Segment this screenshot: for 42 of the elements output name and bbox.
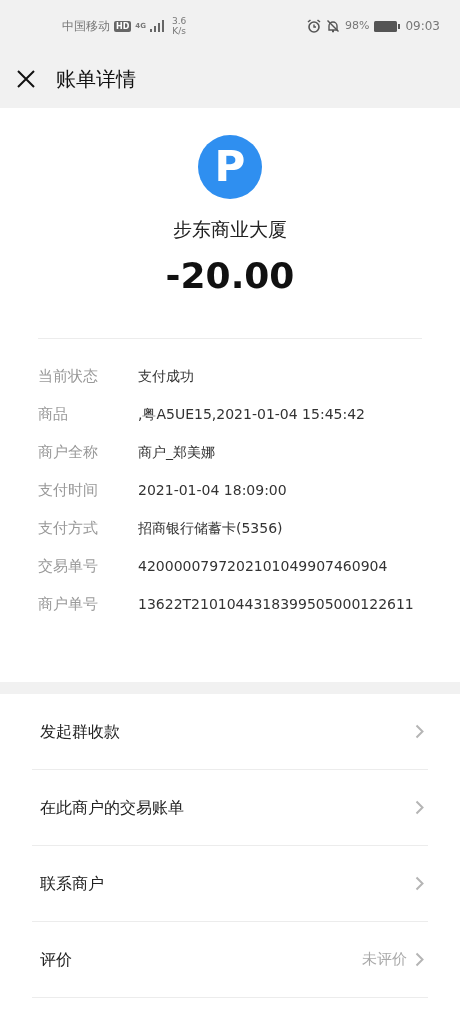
- detail-label: 交易单号: [38, 556, 99, 578]
- speed-value: 3.6: [171, 16, 187, 26]
- action-label: 联系商户: [40, 872, 104, 895]
- muted-bell-icon: [325, 19, 340, 33]
- chevron-right-icon: [415, 876, 424, 891]
- detail-value: 商户_郑美娜: [138, 443, 215, 462]
- chevron-right-icon: [415, 952, 424, 967]
- carrier-name: 中国移动: [62, 18, 110, 35]
- detail-label: 支付方式: [38, 518, 99, 540]
- detail-value: 招商银行储蓄卡(5356): [138, 519, 283, 538]
- alarm-icon: [306, 19, 321, 33]
- amount: -20.00: [165, 257, 295, 294]
- detail-label: 当前状态: [38, 366, 99, 388]
- signal-icon: [149, 20, 164, 32]
- chevron-right-icon: [415, 724, 424, 739]
- hd-badge: HD: [114, 20, 132, 32]
- action-row[interactable]: 发起群收款: [32, 694, 428, 770]
- detail-label: 商户全称: [38, 442, 99, 464]
- action-row[interactable]: 在此商户的交易账单: [32, 770, 428, 846]
- action-label: 发起群收款: [40, 720, 120, 743]
- close-icon: [16, 69, 36, 89]
- action-label: 在此商户的交易账单: [40, 796, 184, 819]
- battery-percent: 98%: [344, 17, 370, 34]
- detail-label: 商户单号: [38, 594, 99, 616]
- merchant-logo: P: [198, 135, 262, 199]
- detail-value: 2021-01-04 18:09:00: [138, 481, 287, 500]
- action-row[interactable]: 评价 未评价: [32, 922, 428, 998]
- detail-label: 支付时间: [38, 480, 99, 502]
- clock-time: 09:03: [405, 18, 440, 35]
- merchant-name: 步东商业大厦: [173, 217, 287, 242]
- detail-value: 支付成功: [138, 367, 194, 386]
- detail-value: 13622T2101044318399505000122611: [138, 595, 414, 614]
- page-title: 账单详情: [56, 66, 136, 93]
- action-row[interactable]: 联系商户: [32, 846, 428, 922]
- detail-value: ,粤A5UE15,2021-01-04 15:45:42: [138, 405, 365, 424]
- action-label: 评价: [40, 948, 72, 971]
- chevron-right-icon: [415, 800, 424, 815]
- speed-unit: K/s: [172, 26, 186, 36]
- battery-icon: [374, 20, 401, 32]
- detail-label: 商品: [38, 404, 69, 426]
- detail-value: 4200000797202101049907460904: [138, 557, 388, 576]
- action-status: 未评价: [362, 949, 407, 971]
